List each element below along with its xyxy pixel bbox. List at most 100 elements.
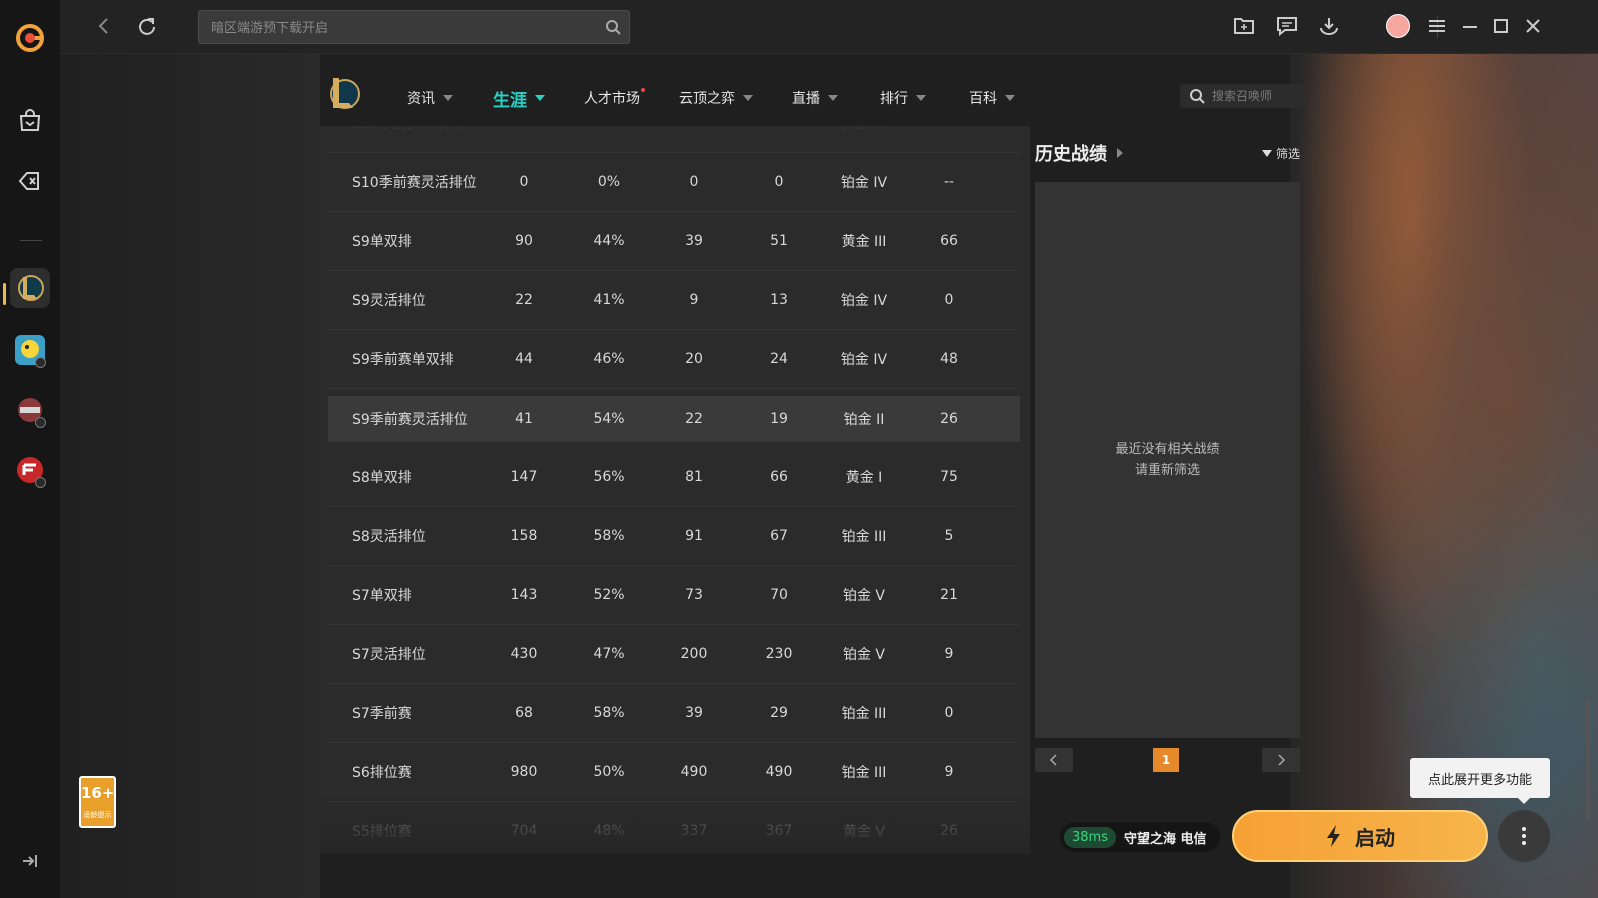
table-top-fade: [320, 126, 1030, 154]
maximize-button[interactable]: [1489, 14, 1513, 38]
launch-button[interactable]: 启动: [1232, 810, 1488, 862]
global-search: [198, 10, 630, 44]
cell-points: 0: [944, 705, 954, 721]
filter-icon: [1261, 150, 1272, 157]
search-icon: [1190, 89, 1205, 104]
table-row[interactable]: S8单双排 147 56% 81 66 黄金 I 75: [328, 448, 1020, 507]
close-icon: [1526, 19, 1540, 33]
cell-points: --: [943, 174, 955, 190]
menu-button[interactable]: [1425, 14, 1449, 38]
download-icon: [1320, 18, 1338, 35]
season-name: S6排位赛: [352, 765, 412, 781]
cell-losses: 13: [770, 292, 788, 308]
table-row[interactable]: S7灵活排位 430 47% 200 230 铂金 V 9: [328, 625, 1020, 684]
season-name: S8灵活排位: [352, 529, 426, 545]
tab-talent-market[interactable]: 人才市场: [584, 86, 645, 110]
game-cf-button[interactable]: [10, 450, 50, 490]
table-row[interactable]: S9季前赛灵活排位 41 54% 22 19 铂金 II 26: [328, 396, 1020, 442]
tab-career[interactable]: 生涯: [493, 86, 545, 111]
cell-tier: 铂金 III: [841, 765, 887, 781]
close-button[interactable]: [1521, 14, 1545, 38]
tab-ranking[interactable]: 排行: [880, 86, 926, 110]
game-lol-button[interactable]: [10, 268, 50, 308]
season-name: S8单双排: [352, 470, 412, 486]
history-panel: 历史战绩 筛选: [1035, 140, 1300, 166]
cell-winrate: 54%: [593, 410, 625, 427]
cell-winrate: 46%: [593, 351, 625, 367]
ping-badge: 38ms: [1064, 826, 1116, 848]
cell-games: 0: [519, 174, 529, 190]
messages-button[interactable]: [1275, 14, 1299, 38]
table-row[interactable]: S9季前赛单双排 44 46% 20 24 铂金 IV 48: [328, 330, 1020, 389]
game-shooter-button[interactable]: [10, 390, 50, 430]
next-page-button[interactable]: [1262, 748, 1300, 772]
tab-news[interactable]: 资讯: [407, 86, 453, 110]
table-bottom-fade: [320, 794, 1030, 854]
page-number-button[interactable]: 1: [1153, 748, 1179, 772]
cell-wins: 200: [680, 646, 708, 662]
content-left-shade: [60, 54, 320, 898]
cell-wins: 81: [685, 469, 703, 485]
table-row[interactable]: S9单双排 90 44% 39 51 黄金 III 66: [328, 212, 1020, 271]
cell-wins: 39: [685, 705, 703, 721]
cell-points: 75: [940, 469, 958, 485]
cell-points: 48: [940, 351, 958, 367]
filter-button[interactable]: 筛选: [1261, 145, 1300, 162]
game-duck-button[interactable]: [10, 330, 50, 370]
season-name: S9季前赛灵活排位: [352, 411, 468, 428]
tab-wiki[interactable]: 百科: [969, 86, 1015, 110]
cell-losses: 230: [765, 646, 793, 662]
top-bar: [60, 0, 1598, 54]
server-name: 守望之海 电信: [1123, 831, 1207, 847]
chevron-down-icon: [535, 95, 545, 101]
lol-logo-icon[interactable]: [326, 74, 360, 112]
global-search-input[interactable]: [199, 11, 629, 43]
notification-dot: [641, 88, 645, 92]
tab-live[interactable]: 直播: [792, 86, 838, 110]
table-row[interactable]: S7季前赛 68 58% 39 29 铂金 III 0: [328, 684, 1020, 743]
downloads-button[interactable]: [1317, 14, 1341, 38]
cell-games: 147: [510, 469, 538, 485]
cell-winrate: 50%: [593, 764, 625, 780]
cell-games: 90: [515, 233, 533, 249]
history-title[interactable]: 历史战绩: [1035, 140, 1300, 166]
cell-losses: 70: [770, 587, 788, 603]
table-row[interactable]: S10季前赛灵活排位 0 0% 0 0 铂金 IV --: [328, 153, 1020, 212]
server-selector[interactable]: 38ms 守望之海 电信: [1060, 822, 1220, 852]
tab-label: 百科: [969, 91, 997, 107]
cell-points: 26: [940, 410, 958, 427]
cell-wins: 22: [685, 410, 703, 427]
tab-tft[interactable]: 云顶之弈: [679, 86, 753, 110]
table-row[interactable]: S8灵活排位 158 58% 91 67 铂金 III 5: [328, 507, 1020, 566]
download-badge-icon: [35, 417, 46, 428]
prev-page-button[interactable]: [1035, 748, 1073, 772]
more-options-button[interactable]: [1498, 810, 1550, 862]
table-row[interactable]: S7单双排 143 52% 73 70 铂金 V 21: [328, 566, 1020, 625]
season-name: S7单双排: [352, 588, 412, 604]
season-name: S7灵活排位: [352, 647, 426, 663]
chevron-down-icon: [828, 95, 838, 101]
season-name: S9单双排: [352, 234, 412, 250]
app-logo-icon[interactable]: [14, 22, 46, 54]
tab-label: 直播: [792, 91, 820, 107]
table-row[interactable]: S9灵活排位 22 41% 9 13 铂金 IV 0: [328, 271, 1020, 330]
user-avatar[interactable]: [1386, 14, 1410, 38]
cell-games: 143: [510, 587, 538, 603]
page-scrollbar[interactable]: [1586, 700, 1590, 820]
age-note-text: 适龄提示: [83, 811, 112, 819]
chevron-down-icon: [916, 95, 926, 101]
game-tag-icon[interactable]: [17, 168, 43, 194]
back-button[interactable]: [92, 14, 116, 38]
empty-hint: 请重新筛选: [1134, 463, 1200, 478]
chat-icon: [1277, 17, 1297, 36]
minimize-button[interactable]: [1458, 14, 1482, 38]
folder-button[interactable]: [1232, 14, 1256, 38]
collapse-sidebar-icon[interactable]: [20, 852, 40, 870]
store-bag-icon[interactable]: [17, 108, 43, 134]
search-icon[interactable]: [605, 19, 621, 35]
cell-wins: 0: [689, 174, 699, 190]
cell-wins: 9: [689, 292, 699, 308]
cell-tier: 铂金 IV: [840, 293, 888, 309]
refresh-button[interactable]: [135, 14, 159, 38]
folder-game-icon: [1234, 18, 1254, 34]
